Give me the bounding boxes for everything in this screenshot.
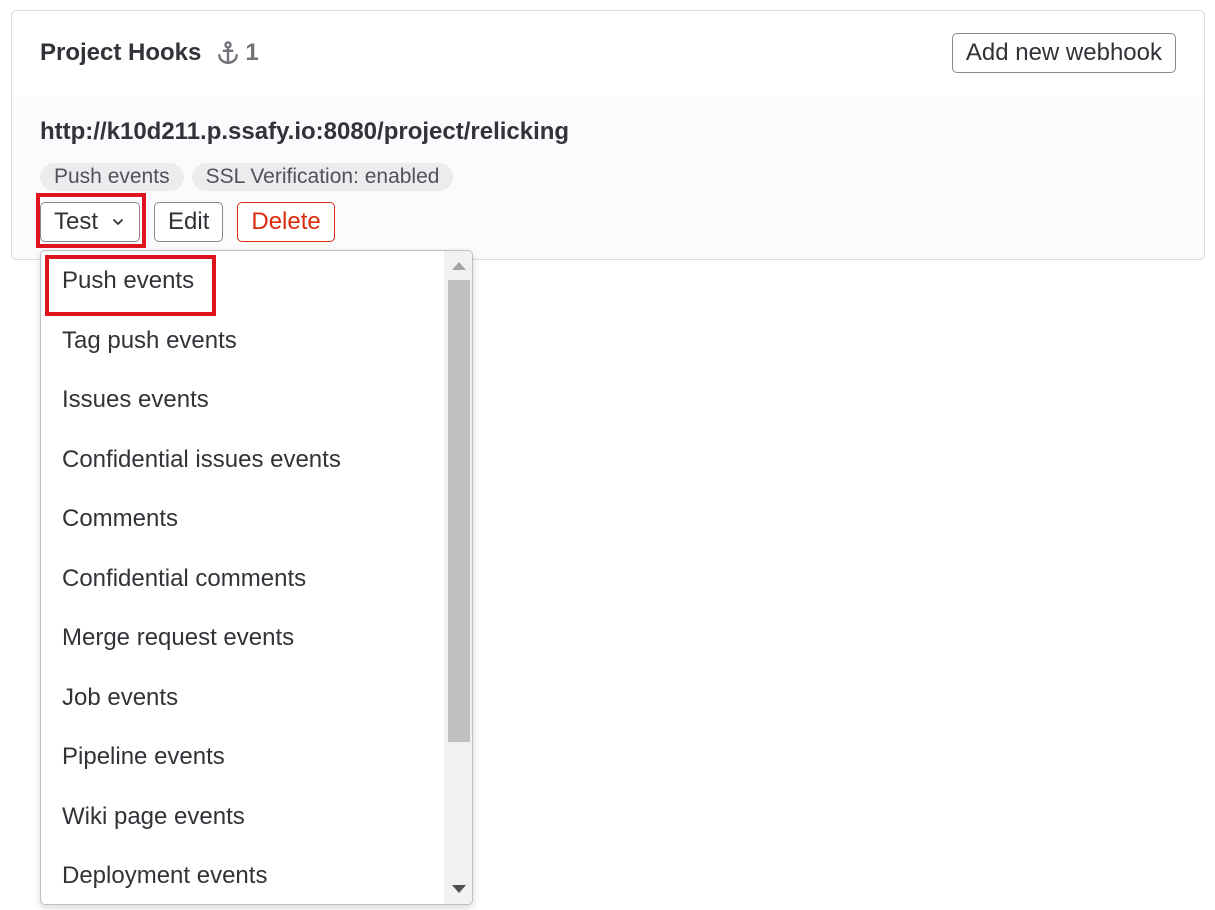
test-dropdown-button[interactable]: Test	[40, 202, 141, 242]
hook-actions: Test Edit Delete	[40, 202, 335, 242]
dropdown-list: Push events Tag push events Issues event…	[41, 251, 444, 904]
menu-item-confidential-comments[interactable]: Confidential comments	[41, 549, 444, 609]
menu-item-deployment-events[interactable]: Deployment events	[41, 846, 444, 904]
menu-item-tag-push-events[interactable]: Tag push events	[41, 311, 444, 371]
edit-button[interactable]: Edit	[154, 202, 224, 242]
menu-item-merge-request-events[interactable]: Merge request events	[41, 608, 444, 668]
project-hooks-card: Project Hooks 1 Add new webhook http://k…	[11, 10, 1205, 260]
anchor-icon	[218, 41, 239, 64]
hook-count-wrap: 1	[215, 39, 259, 67]
menu-item-wiki-page-events[interactable]: Wiki page events	[41, 787, 444, 847]
menu-item-confidential-issues-events[interactable]: Confidential issues events	[41, 430, 444, 490]
hook-row: http://k10d211.p.ssafy.io:8080/project/r…	[12, 96, 1204, 259]
menu-item-comments[interactable]: Comments	[41, 489, 444, 549]
card-header: Project Hooks 1 Add new webhook	[12, 11, 1204, 97]
scroll-down-arrow-icon[interactable]	[452, 885, 466, 893]
hook-count: 1	[245, 39, 259, 66]
menu-item-push-events[interactable]: Push events	[41, 251, 444, 311]
badge-ssl-verification: SSL Verification: enabled	[191, 163, 454, 191]
test-dropdown-menu: Push events Tag push events Issues event…	[40, 250, 473, 905]
menu-item-pipeline-events[interactable]: Pipeline events	[41, 727, 444, 787]
scroll-up-arrow-icon[interactable]	[452, 262, 466, 270]
hook-url: http://k10d211.p.ssafy.io:8080/project/r…	[40, 118, 570, 145]
badge-push-events: Push events	[40, 163, 184, 191]
page-title-wrap: Project Hooks 1	[40, 39, 259, 67]
delete-button[interactable]: Delete	[237, 202, 335, 242]
dropdown-scrollbar[interactable]	[444, 251, 472, 904]
menu-item-issues-events[interactable]: Issues events	[41, 370, 444, 430]
add-webhook-button[interactable]: Add new webhook	[951, 33, 1176, 73]
menu-item-job-events[interactable]: Job events	[41, 668, 444, 728]
chevron-down-icon	[110, 214, 126, 230]
page-title: Project Hooks	[40, 39, 202, 66]
scrollbar-thumb[interactable]	[448, 280, 470, 742]
test-button-label: Test	[54, 208, 99, 235]
hook-badges: Push events SSL Verification: enabled	[40, 163, 454, 191]
